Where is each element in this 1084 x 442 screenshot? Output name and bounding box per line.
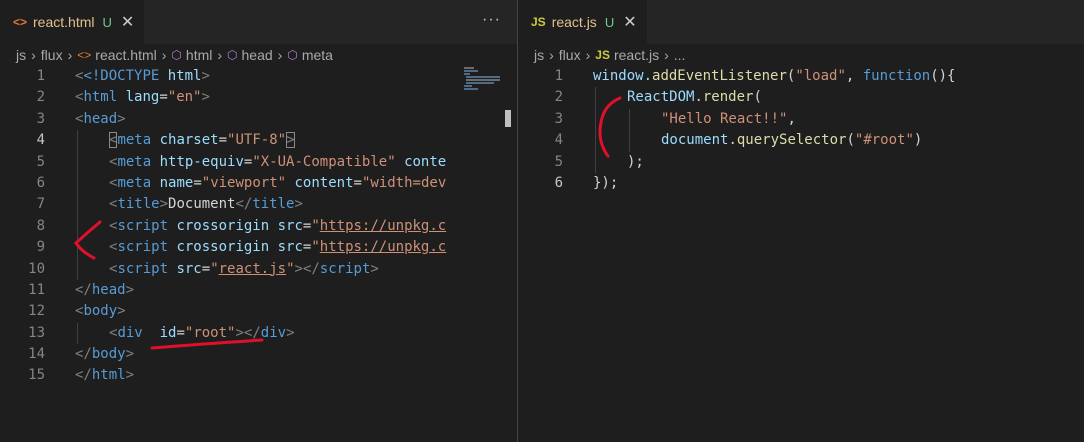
html-file-icon: <> <box>77 48 92 62</box>
line-number: 12 <box>28 303 45 320</box>
js-file-icon: JS <box>531 15 546 29</box>
line-number: 11 <box>28 281 45 298</box>
code-line: 8 <script crossorigin src="https://unpkg.… <box>0 215 517 238</box>
symbol-element-icon: ⬡ <box>287 48 298 62</box>
close-icon[interactable]: ✕ <box>623 12 636 32</box>
line-number: 6 <box>554 174 563 191</box>
code-line: 6 <meta name="viewport" content="width=de… <box>0 172 517 195</box>
tab-bar: JS react.js U ✕ <box>518 0 1084 44</box>
breadcrumb-html[interactable]: html <box>186 47 212 63</box>
tab-react-js[interactable]: JS react.js U ✕ <box>518 0 647 44</box>
code-line: 5 <meta http-equiv="X-UA-Compatible" cont… <box>0 151 517 173</box>
line-number: 8 <box>36 217 45 234</box>
breadcrumb-folder-flux[interactable]: flux <box>41 47 63 63</box>
line-number: 5 <box>36 153 45 170</box>
code-line: 12 <body> <box>0 301 517 322</box>
chevron-right-icon: › <box>664 47 669 63</box>
html-file-icon: <> <box>13 15 28 29</box>
code-line: 14 </body> <box>0 344 517 365</box>
code-line: 4 document.querySelector("#root") <box>518 130 1084 152</box>
chevron-right-icon: › <box>217 47 223 63</box>
tab-bar: <> react.html U ✕ ··· <box>0 0 517 44</box>
code-line: 11 </head> <box>0 280 517 301</box>
line-number: 14 <box>28 346 45 363</box>
close-icon[interactable]: ✕ <box>121 12 134 32</box>
untracked-badge: U <box>102 14 112 30</box>
breadcrumb-file[interactable]: react.js <box>614 47 659 63</box>
code-line: 2 ReactDOM.render( <box>518 87 1084 109</box>
js-code-editor[interactable]: 1 window.addEventListener("load", functio… <box>518 66 1084 194</box>
scrollbar-thumb[interactable] <box>505 110 511 127</box>
chevron-right-icon: › <box>161 47 167 63</box>
line-number: 3 <box>36 110 45 127</box>
tab-react-html[interactable]: <> react.html U ✕ <box>0 0 145 44</box>
breadcrumb-folder-js[interactable]: js <box>16 47 26 63</box>
breadcrumb-folder-js[interactable]: js <box>534 47 544 63</box>
code-line-active: 4 <meta charset="UTF-8"> <box>0 130 517 152</box>
breadcrumb-file[interactable]: react.html <box>95 47 156 63</box>
left-editor-group: <> react.html U ✕ ··· js › flux › <> react.… <box>0 0 517 442</box>
html-code-editor[interactable]: 1 <<!DOCTYPE html> 2 <html lang="en"> 3 <he… <box>0 66 517 387</box>
line-number: 4 <box>554 132 563 149</box>
line-number: 2 <box>554 89 563 106</box>
code-line: 9 <script crossorigin src="https://unpkg.… <box>0 237 517 259</box>
vertical-scrollbar[interactable] <box>456 66 512 442</box>
js-file-icon: JS <box>595 48 610 62</box>
line-number: 2 <box>36 89 45 106</box>
breadcrumb-meta[interactable]: meta <box>302 47 333 63</box>
line-number: 13 <box>28 324 45 341</box>
code-line: 7 <title>Document</title> <box>0 194 517 216</box>
breadcrumb-head[interactable]: head <box>242 47 273 63</box>
line-number: 5 <box>554 153 563 170</box>
breadcrumb: js › flux › <> react.html › ⬡ html › ⬡ head › ⬡ m… <box>0 44 517 66</box>
symbol-element-icon: ⬡ <box>227 48 238 62</box>
chevron-right-icon: › <box>31 47 36 63</box>
tab-filename: react.js <box>551 14 597 30</box>
breadcrumb-folder-flux[interactable]: flux <box>559 47 581 63</box>
right-editor-group: JS react.js U ✕ js › flux › JS react.js › ..… <box>518 0 1084 442</box>
code-line: 15 </html> <box>0 365 517 386</box>
untracked-badge: U <box>604 14 615 30</box>
chevron-right-icon: › <box>585 47 591 63</box>
symbol-element-icon: ⬡ <box>171 48 182 62</box>
code-line-active: 6}); <box>518 173 1084 194</box>
line-number: 7 <box>36 196 45 213</box>
more-actions-icon[interactable]: ··· <box>482 11 501 29</box>
code-line: 13 <div id="root"></div> <box>0 322 517 345</box>
breadcrumb: js › flux › JS react.js › ... <box>518 44 1084 66</box>
code-line: 3 "Hello React!!", <box>518 108 1084 131</box>
line-number: 3 <box>554 110 563 127</box>
line-number: 4 <box>36 132 45 149</box>
tab-filename: react.html <box>33 14 95 30</box>
chevron-right-icon: › <box>549 47 554 63</box>
chevron-right-icon: › <box>67 47 73 63</box>
code-line: 10 <script src="react.js"></script> <box>0 258 517 280</box>
breadcrumb-more[interactable]: ... <box>674 47 686 63</box>
code-line: 2 <html lang="en"> <box>0 87 517 108</box>
minimap[interactable] <box>463 66 505 96</box>
code-line: 3 <head> <box>0 109 517 130</box>
code-line: 1 window.addEventListener("load", functio… <box>518 66 1084 87</box>
line-number: 9 <box>36 239 45 256</box>
line-number: 15 <box>28 367 45 384</box>
line-number: 1 <box>36 68 45 84</box>
line-number: 10 <box>28 260 45 277</box>
chevron-right-icon: › <box>277 47 283 63</box>
line-number: 6 <box>36 174 45 191</box>
code-line: 1 <<!DOCTYPE html> <box>0 66 517 87</box>
code-line: 5); <box>518 151 1084 173</box>
line-number: 1 <box>554 68 563 84</box>
